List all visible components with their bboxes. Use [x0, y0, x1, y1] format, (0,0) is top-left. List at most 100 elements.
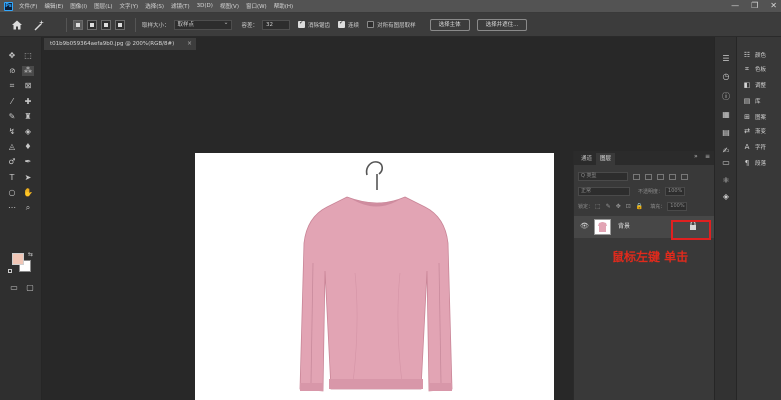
dodge-tool-icon[interactable]: ♂ — [6, 157, 18, 167]
document-canvas[interactable] — [195, 153, 554, 400]
menu-file[interactable]: 文件(F) — [19, 2, 37, 10]
select-and-mask-button[interactable]: 选择并遮住... — [476, 18, 528, 31]
blend-mode-select[interactable]: 正常 — [578, 187, 630, 196]
brush-settings-icon[interactable]: ✍ — [720, 145, 732, 156]
opacity-input[interactable]: 100% — [665, 187, 686, 196]
lasso-tool-icon[interactable]: ര — [6, 66, 18, 76]
layer-filter-search[interactable]: Q 类型 — [578, 172, 628, 181]
window-controls: — ❐ ✕ — [731, 1, 777, 10]
menu-image[interactable]: 图像(I) — [70, 2, 87, 10]
new-selection-button[interactable] — [73, 19, 83, 30]
clock-icon[interactable]: ◷ — [720, 71, 732, 82]
menu-layer[interactable]: 图层(L) — [94, 2, 112, 10]
filter-pixel-icon[interactable] — [633, 173, 640, 180]
notes-icon[interactable]: ▤ — [720, 127, 732, 138]
tab-channels[interactable]: 通道 — [577, 153, 596, 165]
antialias-checkbox[interactable] — [298, 19, 306, 28]
sample-all-layers-checkbox[interactable] — [367, 21, 375, 28]
zoom-tool-icon[interactable]: ⌕ — [22, 203, 34, 213]
magic-wand-tool-icon[interactable] — [32, 18, 46, 32]
add-selection-button[interactable] — [87, 19, 97, 30]
panel-menu-icon[interactable]: ≡ — [705, 153, 710, 160]
move-tool-icon[interactable]: ✥ — [6, 51, 18, 61]
healing-brush-icon[interactable]: ✚ — [22, 97, 34, 107]
layers-icon[interactable]: ◈ — [720, 191, 732, 202]
contiguous-checkbox[interactable] — [338, 19, 346, 28]
sample-size-select[interactable]: 取样点 — [173, 19, 232, 30]
filter-smart-icon[interactable] — [681, 173, 688, 180]
foreground-color-swatch[interactable] — [12, 253, 24, 265]
filter-shape-icon[interactable] — [669, 173, 676, 180]
brush-tool-icon[interactable]: ✎ — [6, 112, 18, 122]
paint-bucket-icon[interactable]: ◬ — [6, 142, 18, 152]
lock-artboard-icon[interactable]: ⊡ — [626, 203, 631, 210]
collapse-panel-icon[interactable]: » — [694, 153, 698, 160]
lock-pixels-icon[interactable]: ✎ — [606, 203, 611, 210]
menu-filter[interactable]: 滤镜(T) — [171, 2, 190, 10]
panel-patterns[interactable]: ⊞ 图案 — [743, 111, 766, 123]
sample-all-layers-label: 对所有图层取样 — [377, 22, 416, 29]
menu-help[interactable]: 帮助(H) — [274, 2, 293, 10]
swap-colors-icon[interactable]: ⇆ — [28, 251, 33, 258]
tolerance-input[interactable]: 32 — [262, 19, 291, 30]
minimize-icon[interactable]: — — [731, 1, 739, 10]
annotation-text: 鼠标左键 单击 — [612, 250, 689, 264]
panel-gradients[interactable]: ⇄ 渐变 — [743, 125, 766, 137]
panel-paragraph[interactable]: ¶ 段落 — [743, 157, 766, 169]
menu-type[interactable]: 文字(Y) — [120, 2, 139, 10]
screen-mode-icon[interactable]: ▢ — [24, 283, 36, 293]
filter-type-icon[interactable] — [657, 173, 664, 180]
panel-character[interactable]: A 字符 — [743, 141, 766, 153]
stamp-tool-icon[interactable]: ♜ — [22, 112, 34, 122]
menu-view[interactable]: 视图(V) — [220, 2, 239, 10]
lock-transparent-icon[interactable]: ⬚ — [595, 203, 601, 210]
type-tool-icon[interactable]: T — [6, 173, 18, 183]
eye-icon[interactable]: 👁 — [580, 222, 589, 230]
pen-tool-icon[interactable]: ✒ — [22, 157, 34, 167]
panel-libraries[interactable]: ▤ 库 — [743, 95, 761, 107]
eyedropper-tool-icon[interactable]: ⁄ — [6, 97, 18, 107]
select-subject-button[interactable]: 选择主体 — [429, 18, 470, 31]
crop-tool-icon[interactable]: ⌗ — [6, 81, 18, 91]
default-colors-icon[interactable] — [8, 269, 12, 273]
lock-position-icon[interactable]: ✥ — [616, 203, 621, 210]
history-brush-icon[interactable]: ↯ — [6, 127, 18, 137]
history-icon[interactable]: ☰ — [720, 53, 732, 64]
menu-window[interactable]: 窗口(W) — [246, 2, 267, 10]
blur-tool-icon[interactable]: ♦ — [22, 142, 34, 152]
lock-all-icon[interactable]: 🔒 — [636, 203, 643, 210]
maximize-icon[interactable]: ❐ — [751, 1, 758, 10]
quick-mask-icon[interactable]: ▭ — [8, 283, 20, 293]
panel-adjustments[interactable]: ◧ 调整 — [743, 79, 766, 91]
marquee-tool-icon[interactable]: ⬚ — [22, 51, 34, 61]
home-icon[interactable] — [10, 18, 24, 32]
tab-layers[interactable]: 图层 — [596, 153, 616, 165]
libraries-icon: ▤ — [743, 97, 751, 105]
document-tab[interactable]: t01b9b059364aefa9b0.jpg @ 200%(RGB/8#) × — [44, 38, 196, 50]
ellipse-tool-icon[interactable]: ○ — [6, 188, 18, 198]
properties-icon[interactable]: ▦ — [720, 109, 732, 120]
fill-input[interactable]: 100% — [667, 202, 688, 211]
eraser-tool-icon[interactable]: ◈ — [22, 127, 34, 137]
menu-3d[interactable]: 3D(D) — [197, 3, 213, 9]
subtract-selection-button[interactable] — [101, 19, 111, 30]
menu-edit[interactable]: 编辑(E) — [44, 2, 63, 10]
patterns-icon: ⊞ — [744, 113, 750, 121]
panel-color[interactable]: ☷ 颜色 — [743, 49, 766, 61]
hand-tool-icon[interactable]: ✋ — [22, 188, 34, 198]
channels-icon[interactable]: ⚛ — [720, 175, 732, 186]
panel-icon-strip: ☰ ◷ ⓘ ▦ ▤ ✍ ▭ ⚛ ◈ — [714, 37, 736, 400]
lock-row: 锁定： ⬚ ✎ ✥ ⊡ 🔒 填充： 100% — [578, 201, 688, 212]
intersect-selection-button[interactable] — [115, 19, 125, 30]
filter-adjust-icon[interactable] — [645, 173, 652, 180]
menu-select[interactable]: 选择(S) — [145, 2, 164, 10]
magic-wand-icon[interactable]: ⁂ — [22, 66, 34, 77]
close-icon[interactable]: ✕ — [770, 1, 777, 10]
panel-swatches[interactable]: ⌗ 色板 — [743, 63, 766, 75]
frame-tool-icon[interactable]: ⊠ — [22, 81, 34, 91]
adjustments-icon[interactable]: ▭ — [720, 157, 732, 168]
path-select-icon[interactable]: ➤ — [22, 173, 34, 183]
info-icon[interactable]: ⓘ — [720, 91, 732, 102]
more-tools-icon[interactable]: ⋯ — [6, 203, 18, 213]
close-tab-icon[interactable]: × — [187, 38, 192, 50]
